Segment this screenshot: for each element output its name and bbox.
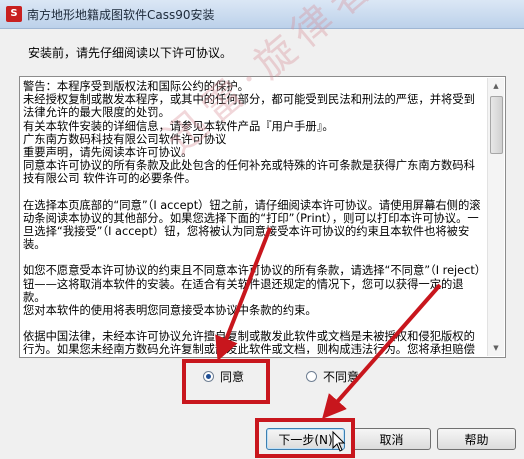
license-paragraph: 警告：本程序受到版权法和国际公约的保护。 bbox=[23, 80, 249, 93]
license-spacer bbox=[23, 317, 486, 330]
disagree-label: 不同意 bbox=[323, 370, 360, 384]
cancel-button[interactable]: 取消 bbox=[352, 428, 431, 450]
agree-label: 同意 bbox=[220, 370, 245, 384]
scroll-thumb[interactable] bbox=[490, 96, 503, 154]
license-text: 警告：本程序受到版权法和国际公约的保护。 未经授权复制或散发本程序，或其中的任何部… bbox=[23, 80, 486, 354]
scroll-up-icon[interactable]: ▲ bbox=[488, 78, 504, 94]
license-spacer bbox=[23, 186, 486, 199]
agree-radio-button[interactable] bbox=[203, 371, 214, 382]
license-text-box[interactable]: 警告：本程序受到版权法和国际公约的保护。 未经授权复制或散发本程序，或其中的任何部… bbox=[19, 76, 506, 358]
license-paragraph: 重要声明，请先阅读本许可协议。 bbox=[23, 146, 193, 160]
license-paragraph: 同意本许可协议的所有条款及此处包含的任何补充或特殊的许可条款是获得广东南方数码科… bbox=[23, 159, 475, 186]
license-paragraph: 依据中国法律，未经本许可协议允许擅自复制或散发此软件或文档是未被授权和侵犯版权的… bbox=[23, 330, 475, 354]
license-paragraph: 广东南方数码科技有限公司软件许可协议 bbox=[23, 132, 227, 146]
license-scrollbar[interactable]: ▲ ▼ bbox=[487, 78, 504, 356]
license-paragraph: 如您不愿意受本许可协议的约束且不同意本许可协议的所有条款，请选择“不同意”（I … bbox=[23, 264, 481, 304]
license-paragraph: 您对本软件的使用将表明您同意接受本协议中条款的约束。 bbox=[23, 304, 317, 318]
license-paragraph: 未经授权复制或散发本程序，或其中的任何部分，都可能受到民法和刑法的严惩，并将受到… bbox=[23, 93, 475, 120]
intro-text: 安装前，请先仔细阅读以下许可协议。 bbox=[28, 46, 233, 60]
license-paragraph: 有关本软件安装的详细信息，请参见本软件产品『用户手册』。 bbox=[23, 119, 334, 133]
license-spacer bbox=[23, 251, 486, 264]
app-icon: S bbox=[6, 6, 22, 22]
window-title: 南方地形地籍成图软件Cass90安装 bbox=[27, 7, 215, 22]
disagree-radio-button[interactable] bbox=[306, 371, 317, 382]
title-bar: S 南方地形地籍成图软件Cass90安装 bbox=[0, 0, 524, 29]
disagree-option[interactable]: 不同意 bbox=[306, 368, 359, 385]
scroll-down-icon[interactable]: ▼ bbox=[488, 340, 504, 356]
next-button[interactable]: 下一步(N) bbox=[266, 428, 345, 450]
agree-option[interactable]: 同意 bbox=[203, 368, 244, 385]
help-button[interactable]: 帮助 bbox=[437, 428, 516, 450]
license-paragraph: 在选择本页底部的“同意”（I accept）钮之前，请仔细阅读本许可协议。请使用… bbox=[23, 198, 481, 252]
